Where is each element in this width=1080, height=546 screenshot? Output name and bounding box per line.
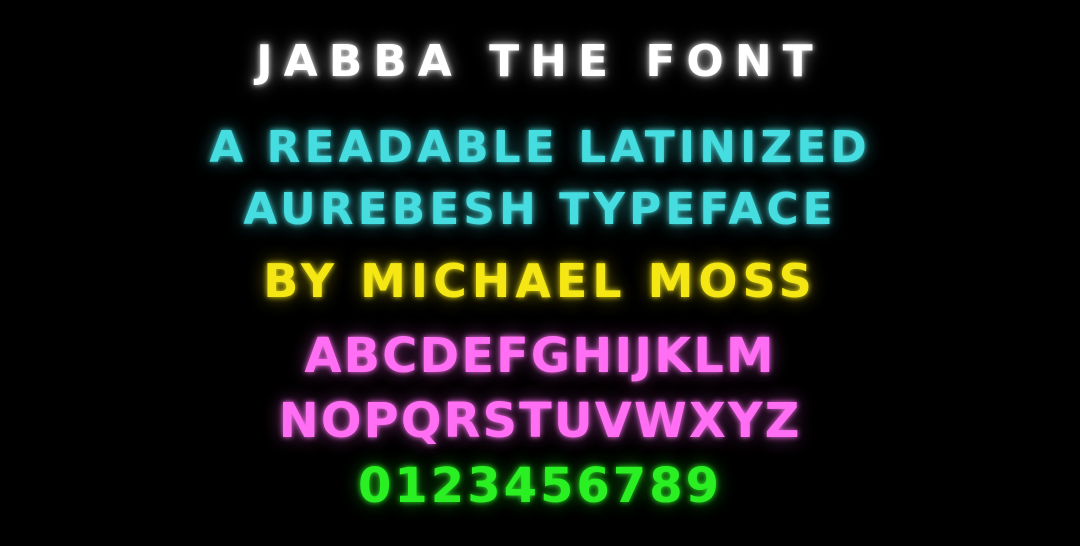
author-credit: By Michael Moss [263,254,817,308]
alphabet-line-2: NOPQRSTUVWXYZ [278,393,802,449]
digits-line: 0123456789 [358,458,722,514]
font-title: Jabba the Font [256,36,824,87]
alphabet-line-1: ABCDEFGHIJKLM [304,328,776,384]
font-specimen-poster: Jabba the Font A readable latinized Aure… [0,0,1080,546]
subtitle-line-2: Aurebesh typeface [243,184,837,235]
subtitle-line-1: A readable latinized [209,122,871,173]
